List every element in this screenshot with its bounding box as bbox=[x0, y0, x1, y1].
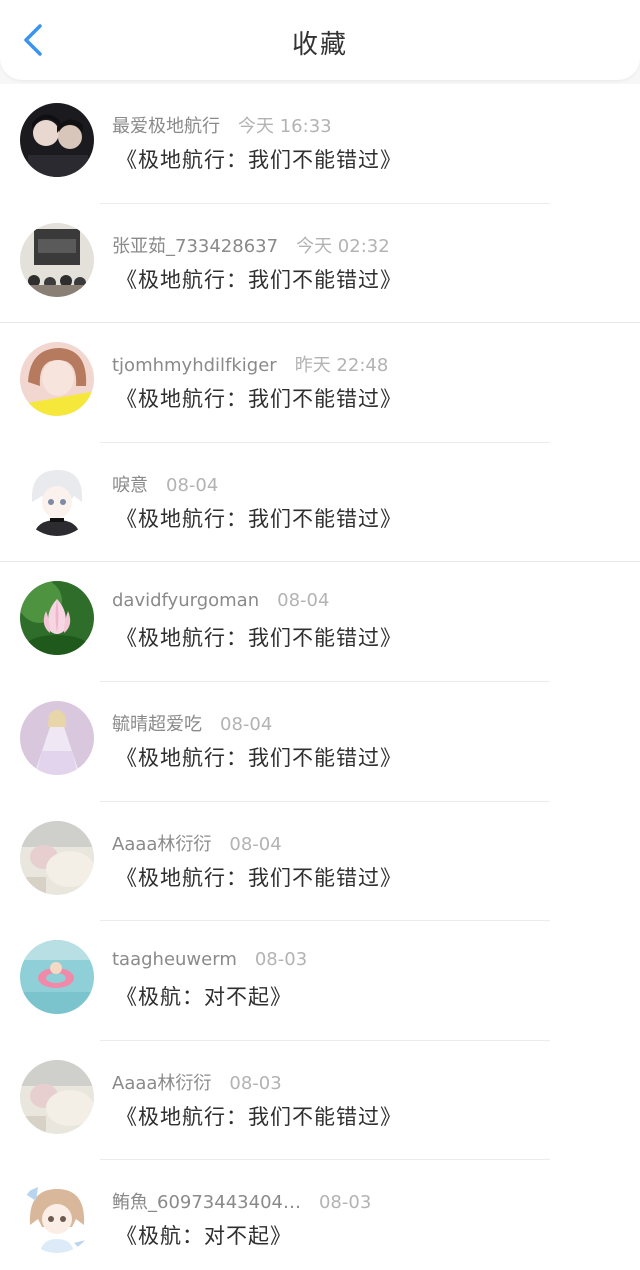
user-name[interactable]: tjomhmyhdilfkiger bbox=[112, 355, 277, 376]
favorite-content[interactable]: 《极地航行：我们不能错过》 bbox=[116, 742, 402, 772]
list-item[interactable]: 张亚茹_733428637 今天 02:32 《极地航行：我们不能错过》 bbox=[0, 203, 640, 324]
avatar-couple-photo-icon bbox=[20, 103, 94, 177]
user-name[interactable]: Aaaa林衍衍 bbox=[112, 834, 211, 855]
user-avatar[interactable] bbox=[20, 222, 94, 297]
user-avatar[interactable] bbox=[20, 700, 94, 775]
timestamp: 08-03 bbox=[254, 949, 308, 971]
user-name[interactable]: 唳意 bbox=[112, 475, 148, 496]
timestamp: 08-03 bbox=[229, 1072, 282, 1094]
timestamp: 08-04 bbox=[229, 833, 282, 855]
item-meta: 张亚茹_733428637 今天 02:32 bbox=[112, 232, 390, 258]
item-meta: Aaaa林衍衍 08-04 bbox=[112, 830, 282, 856]
user-avatar[interactable] bbox=[20, 103, 94, 177]
avatar-exo-album-icon bbox=[20, 222, 94, 297]
user-name[interactable]: 毓晴超爱吃 bbox=[112, 714, 202, 735]
list-item[interactable]: 唳意 08-04 《极地航行：我们不能错过》 bbox=[0, 442, 640, 563]
favorite-content[interactable]: 《极地航行：我们不能错过》 bbox=[116, 383, 402, 413]
favorite-content[interactable]: 《极航：对不起》 bbox=[116, 981, 292, 1011]
user-avatar[interactable] bbox=[20, 1059, 94, 1134]
avatar-plush-toy-icon bbox=[20, 1059, 94, 1134]
item-meta: 毓晴超爱吃 08-04 bbox=[112, 710, 272, 736]
item-meta: 最爱极地航行 今天 16:33 bbox=[112, 112, 332, 138]
user-avatar[interactable] bbox=[20, 581, 94, 656]
list-item[interactable]: tjomhmyhdilfkiger 昨天 22:48 《极地航行：我们不能错过》 bbox=[0, 323, 640, 443]
item-meta: 唳意 08-04 bbox=[112, 471, 218, 497]
avatar-lotus-flower-icon bbox=[20, 581, 94, 656]
item-meta: Aaaa林衍衍 08-03 bbox=[112, 1069, 282, 1095]
list-item[interactable]: Aaaa林衍衍 08-03 《极地航行：我们不能错过》 bbox=[0, 1040, 640, 1161]
page-title: 收藏 bbox=[291, 30, 348, 60]
list-item[interactable]: Aaaa林衍衍 08-04 《极地航行：我们不能错过》 bbox=[0, 801, 640, 922]
favorite-content[interactable]: 《极航：对不起》 bbox=[116, 1220, 292, 1250]
timestamp: 08-04 bbox=[166, 474, 219, 496]
favorites-list: 最爱极地航行 今天 16:33 《极地航行：我们不能错过》 张亚茹_733428… bbox=[0, 84, 640, 1270]
favorite-content[interactable]: 《极地航行：我们不能错过》 bbox=[116, 503, 402, 533]
user-avatar[interactable] bbox=[20, 940, 94, 1015]
list-item[interactable]: 最爱极地航行 今天 16:33 《极地航行：我们不能错过》 bbox=[0, 84, 640, 204]
list-item[interactable]: 毓晴超爱吃 08-04 《极地航行：我们不能错过》 bbox=[0, 681, 640, 802]
user-name[interactable]: taagheuwerm bbox=[112, 949, 237, 970]
avatar-anime-boy-icon bbox=[20, 461, 94, 536]
user-avatar[interactable] bbox=[20, 820, 94, 895]
item-meta: 鲔魚_60973443404… 08-03 bbox=[112, 1188, 371, 1214]
user-name[interactable]: davidfyurgoman bbox=[112, 590, 259, 611]
favorites-screen: 收藏 最爱极地航行 今天 16:33 《极地航行：我们不能错过》 张亚茹_733… bbox=[0, 0, 640, 1270]
timestamp: 08-03 bbox=[318, 1192, 372, 1214]
user-avatar[interactable] bbox=[20, 461, 94, 536]
list-item[interactable]: taagheuwerm 08-03 《极航：对不起》 bbox=[0, 921, 640, 1041]
timestamp: 今天 16:33 bbox=[238, 116, 332, 137]
avatar-swimming-pool-icon bbox=[20, 940, 94, 1015]
item-meta: davidfyurgoman 08-04 bbox=[112, 590, 329, 616]
item-meta: tjomhmyhdilfkiger 昨天 22:48 bbox=[112, 351, 388, 377]
list-item[interactable]: davidfyurgoman 08-04 《极地航行：我们不能错过》 bbox=[0, 562, 640, 682]
favorite-content[interactable]: 《极地航行：我们不能错过》 bbox=[116, 264, 402, 294]
timestamp: 08-04 bbox=[220, 713, 273, 735]
user-avatar[interactable] bbox=[20, 1179, 94, 1254]
timestamp: 昨天 22:48 bbox=[294, 355, 389, 377]
avatar-plush-toy-icon bbox=[20, 820, 94, 895]
list-item[interactable]: 鲔魚_60973443404… 08-03 《极航：对不起》 bbox=[0, 1160, 640, 1270]
user-name[interactable]: 最爱极地航行 bbox=[112, 116, 220, 137]
avatar-girl-selfie-icon bbox=[20, 342, 94, 417]
favorite-content[interactable]: 《极地航行：我们不能错过》 bbox=[116, 144, 402, 174]
user-name[interactable]: Aaaa林衍衍 bbox=[112, 1073, 211, 1094]
avatar-princess-doll-icon bbox=[20, 700, 94, 775]
favorite-content[interactable]: 《极地航行：我们不能错过》 bbox=[116, 1101, 402, 1131]
timestamp: 08-04 bbox=[277, 590, 330, 612]
avatar-anime-girl-icon bbox=[20, 1179, 94, 1254]
favorite-content[interactable]: 《极地航行：我们不能错过》 bbox=[116, 622, 402, 652]
timestamp: 今天 02:32 bbox=[296, 235, 390, 257]
nav-header: 收藏 bbox=[0, 0, 640, 80]
user-name[interactable]: 张亚茹_733428637 bbox=[112, 236, 278, 257]
item-meta: taagheuwerm 08-03 bbox=[112, 949, 307, 975]
favorite-content[interactable]: 《极地航行：我们不能错过》 bbox=[116, 862, 402, 892]
user-name[interactable]: 鲔魚_60973443404… bbox=[112, 1192, 301, 1213]
user-avatar[interactable] bbox=[20, 342, 94, 417]
